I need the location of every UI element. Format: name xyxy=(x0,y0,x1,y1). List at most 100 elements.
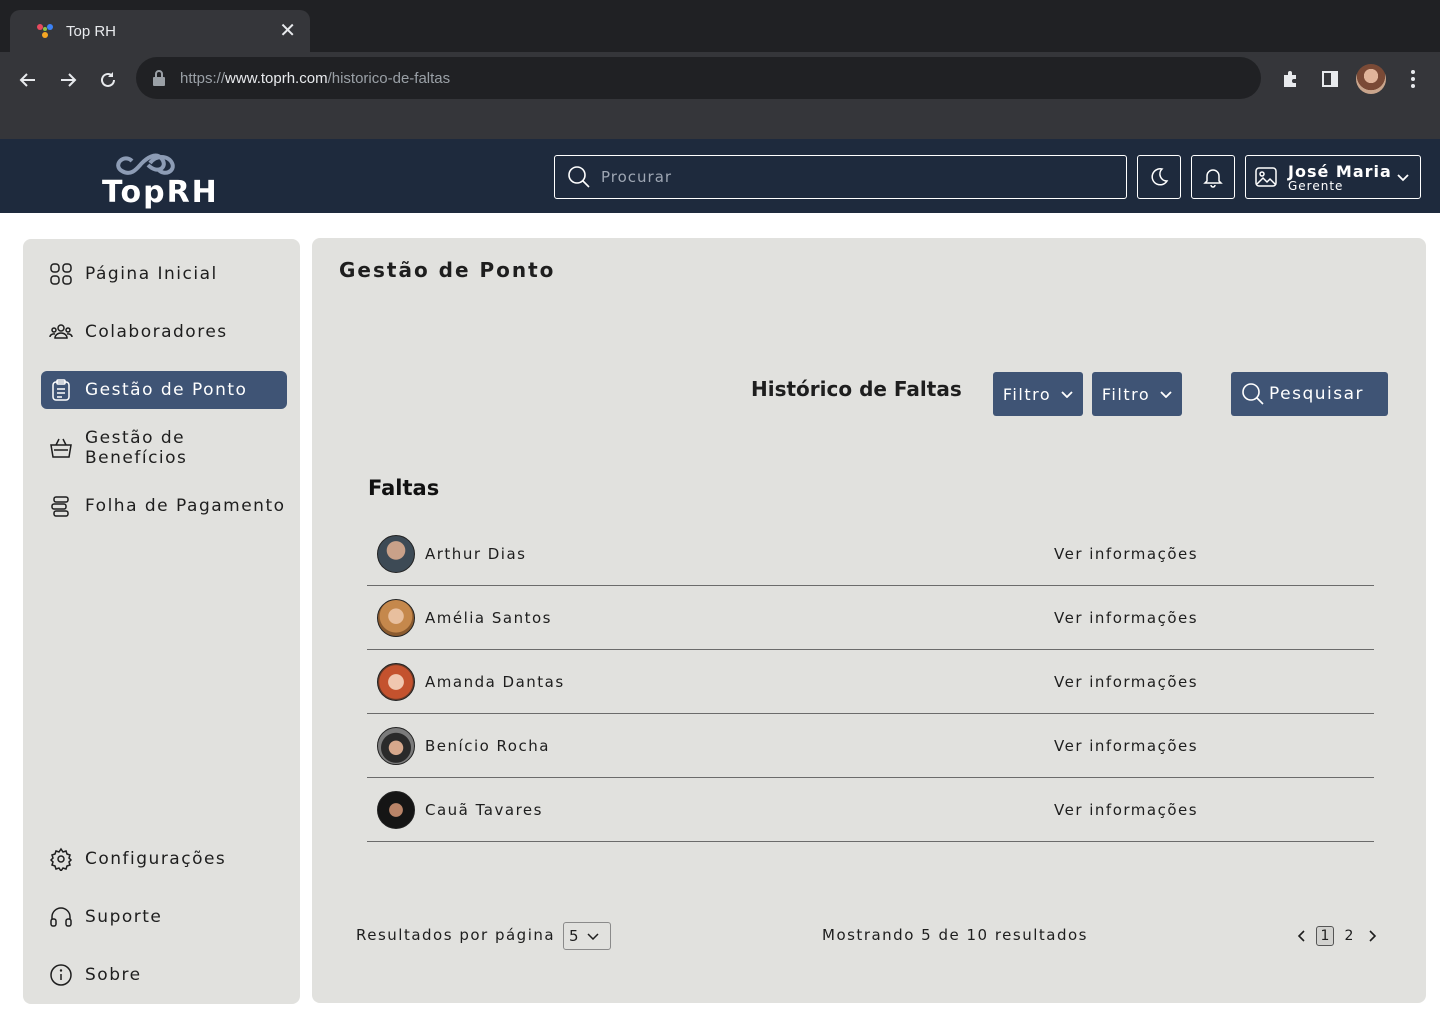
bell-icon xyxy=(1203,169,1223,188)
chevron-down-icon xyxy=(587,933,599,940)
view-info-link[interactable]: Ver informações xyxy=(1054,545,1198,563)
grid-icon xyxy=(49,262,73,286)
sidebar-item-sobre[interactable]: Sobre xyxy=(41,956,287,994)
view-info-link[interactable]: Ver informações xyxy=(1054,673,1198,691)
sidebar-item-suporte[interactable]: Suporte xyxy=(41,898,287,936)
results-per-page-label: Resultados por página xyxy=(356,926,556,944)
tab-title: Top RH xyxy=(66,22,117,40)
url-host: www.toprh.com xyxy=(225,69,328,87)
list-item: Amanda Dantas Ver informações xyxy=(367,650,1374,714)
filter-dropdown-1[interactable]: Filtro xyxy=(993,372,1083,416)
employee-name: Benício Rocha xyxy=(425,736,550,755)
gear-icon xyxy=(49,847,73,871)
notifications-button[interactable] xyxy=(1191,155,1235,199)
sidebar-item-label: Gestão de Benefícios xyxy=(85,428,188,468)
browser-tab[interactable]: Top RH ✕ xyxy=(10,10,310,52)
sidebar: Página Inicial Colaboradores Gestão de P… xyxy=(23,239,300,1004)
results-per-page-select[interactable]: 5 xyxy=(563,922,611,950)
employee-name: Arthur Dias xyxy=(425,544,527,563)
employee-name: Amanda Dantas xyxy=(425,672,565,691)
moon-icon xyxy=(1151,168,1169,186)
browser-tab-bar: Top RH ✕ xyxy=(0,0,1440,52)
results-summary: Mostrando 5 de 10 resultados xyxy=(822,926,1088,944)
close-tab-icon[interactable]: ✕ xyxy=(279,21,296,41)
sidebar-item-folha-de-pagamento[interactable]: Folha de Pagamento xyxy=(41,487,287,525)
avatar xyxy=(377,598,415,637)
toprh-logo[interactable]: TopRH xyxy=(102,149,219,210)
page-2-button[interactable]: 2 xyxy=(1340,926,1358,946)
search-icon xyxy=(1242,383,1264,405)
list-item: Arthur Dias Ver informações xyxy=(367,522,1374,586)
page-title: Gestão de Ponto xyxy=(339,258,556,282)
lock-icon xyxy=(153,70,165,86)
search-bar[interactable] xyxy=(554,155,1127,199)
sidebar-item-label: Suporte xyxy=(85,907,163,927)
browser-profile-avatar[interactable] xyxy=(1356,64,1386,94)
chevron-down-icon xyxy=(1160,391,1172,398)
search-input[interactable] xyxy=(601,168,1101,186)
avatar xyxy=(377,726,415,765)
headset-icon xyxy=(49,905,73,929)
url-path: /historico-de-faltas xyxy=(327,69,451,87)
avatar xyxy=(377,662,415,701)
sidebar-item-colaboradores[interactable]: Colaboradores xyxy=(41,313,287,351)
side-panel-icon[interactable] xyxy=(1315,64,1345,94)
prev-page-chevron-left-icon[interactable] xyxy=(1292,926,1310,946)
avatar xyxy=(377,534,415,573)
back-arrow-icon[interactable] xyxy=(14,66,42,94)
sidebar-item-gestao-de-ponto[interactable]: Gestão de Ponto xyxy=(41,371,287,409)
url-protocol: https:// xyxy=(180,69,226,87)
list-item: Benício Rocha Ver informações xyxy=(367,714,1374,778)
user-photo-icon xyxy=(1255,167,1277,187)
view-info-link[interactable]: Ver informações xyxy=(1054,801,1198,819)
pagination: 1 2 xyxy=(1292,926,1382,946)
info-icon xyxy=(49,963,73,987)
avatar xyxy=(377,790,415,829)
logo-text: TopRH xyxy=(102,175,219,210)
address-bar[interactable]: https://www.toprh.com/historico-de-falta… xyxy=(136,57,1261,99)
filter-label: Filtro xyxy=(1002,384,1052,404)
view-info-link[interactable]: Ver informações xyxy=(1054,609,1198,627)
main-panel: Gestão de Ponto Histórico de Faltas Filt… xyxy=(312,238,1426,1003)
search-button[interactable]: Pesquisar xyxy=(1231,372,1388,416)
sidebar-item-pagina-inicial[interactable]: Página Inicial xyxy=(41,255,287,293)
sidebar-item-label: Página Inicial xyxy=(85,264,218,284)
sidebar-item-label: Gestão de Ponto xyxy=(85,380,248,400)
user-menu[interactable]: José Maria Gerente xyxy=(1245,155,1421,199)
sidebar-item-label: Folha de Pagamento xyxy=(85,496,286,516)
app-favicon-icon xyxy=(37,24,53,38)
section-title: Histórico de Faltas xyxy=(751,377,962,401)
sidebar-item-label: Sobre xyxy=(85,965,142,985)
sidebar-item-label: Configurações xyxy=(85,849,227,869)
results-per-page-value: 5 xyxy=(569,927,579,945)
sidebar-item-label: Colaboradores xyxy=(85,322,228,342)
list-item: Cauã Tavares Ver informações xyxy=(367,778,1374,842)
search-button-label: Pesquisar xyxy=(1269,384,1365,404)
view-info-link[interactable]: Ver informações xyxy=(1054,737,1198,755)
list-item: Amélia Santos Ver informações xyxy=(367,586,1374,650)
sidebar-item-gestao-de-beneficios[interactable]: Gestão de Benefícios xyxy=(41,428,287,468)
sidebar-item-configuracoes[interactable]: Configurações xyxy=(41,840,287,878)
chevron-down-icon xyxy=(1397,174,1409,182)
employee-name: Cauã Tavares xyxy=(425,800,543,819)
app-header: TopRH José Maria Gerente xyxy=(0,139,1440,213)
browser-toolbar: https://www.toprh.com/historico-de-falta… xyxy=(0,52,1440,139)
basket-icon xyxy=(49,436,73,460)
users-icon xyxy=(49,320,73,344)
money-icon xyxy=(49,494,73,518)
dark-mode-button[interactable] xyxy=(1137,155,1181,199)
chevron-down-icon xyxy=(1061,391,1073,398)
filter-dropdown-2[interactable]: Filtro xyxy=(1092,372,1182,416)
forward-arrow-icon[interactable] xyxy=(54,66,82,94)
clipboard-icon xyxy=(49,378,73,402)
absences-list: Arthur Dias Ver informações Amélia Santo… xyxy=(367,522,1374,842)
user-role: Gerente xyxy=(1288,178,1344,193)
list-title: Faltas xyxy=(368,476,440,500)
search-icon xyxy=(568,166,590,188)
employee-name: Amélia Santos xyxy=(425,608,552,627)
page-1-button[interactable]: 1 xyxy=(1316,926,1334,946)
extensions-icon[interactable] xyxy=(1275,64,1305,94)
reload-icon[interactable] xyxy=(94,66,122,94)
kebab-menu-icon[interactable] xyxy=(1398,64,1428,94)
next-page-chevron-right-icon[interactable] xyxy=(1364,926,1382,946)
